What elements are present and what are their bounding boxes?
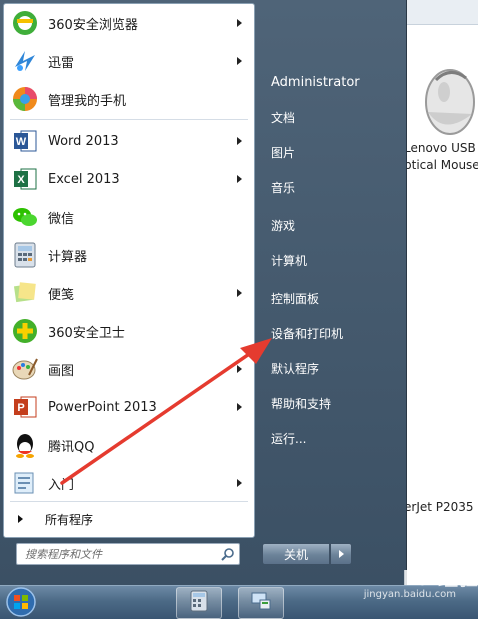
right-item-label: 运行... [271,431,307,446]
user-name-link[interactable]: Administrator [264,67,399,97]
program-label: 管理我的手机 [48,93,127,109]
right-item-games[interactable]: 游戏 [264,210,399,240]
shutdown-label: 关机 [283,547,308,562]
start-button[interactable] [2,586,40,618]
right-item-label: 游戏 [271,218,296,233]
chevron-right-icon [237,57,242,65]
chevron-right-icon [338,550,344,558]
program-item-paint[interactable]: 画图 [4,352,254,386]
program-label: Excel 2013 [48,171,120,187]
chevron-right-icon [237,175,242,183]
right-item-music[interactable]: 音乐 [264,172,399,202]
right-item-help-support[interactable]: 帮助和支持 [264,388,399,418]
program-item-powerpoint[interactable]: P PowerPoint 2013 [4,390,254,424]
right-item-pictures[interactable]: 图片 [264,137,399,167]
chevron-right-icon [237,365,242,373]
search-box[interactable] [16,543,240,565]
devices-printers-icon [250,590,272,616]
desktop-window-strip [406,0,478,25]
svg-text:X: X [17,174,25,186]
all-programs-label: 所有程序 [45,512,94,527]
search-icon[interactable] [221,547,235,561]
printer-label[interactable]: erJet P2035 [404,500,474,514]
program-item-calculator[interactable]: 计算器 [4,238,254,272]
calculator-icon [10,240,40,270]
right-item-label: 音乐 [271,180,296,195]
program-label: PowerPoint 2013 [48,399,157,415]
search-input[interactable] [23,546,221,562]
program-label: 迅雷 [48,55,75,71]
right-item-devices-printers[interactable]: 设备和打印机 [264,318,399,348]
excel-icon: X [10,164,40,194]
mouse-device-icon[interactable] [414,62,478,138]
program-item-xunlei[interactable]: 迅雷 [4,44,254,78]
right-item-default-programs[interactable]: 默认程序 [264,353,399,383]
program-label: 360安全卫士 [48,325,125,341]
shutdown-button[interactable]: 关机 [262,543,330,565]
watermark-brand-suffix: 经验 [438,566,478,590]
user-name: Administrator [271,74,360,90]
program-label: 计算器 [48,249,88,265]
program-item-360-security[interactable]: 360安全卫士 [4,314,254,348]
powerpoint-icon: P [10,392,40,422]
device-label-line1[interactable]: Lenovo USB [404,141,476,155]
xunlei-icon [10,46,40,76]
all-programs-button[interactable]: 所有程序 [4,504,254,534]
watermark-brand: Bai [402,566,438,590]
program-item-phone-manager[interactable]: 管理我的手机 [4,82,254,116]
right-item-control-panel[interactable]: 控制面板 [264,283,399,313]
program-item-qq[interactable]: 腾讯QQ [4,428,254,462]
calculator-icon [189,590,209,616]
right-item-label: 默认程序 [271,361,320,376]
program-label: 微信 [48,211,75,227]
program-item-word[interactable]: W Word 2013 [4,124,254,158]
device-label-line2[interactable]: ptical Mouse [404,158,478,172]
svg-text:P: P [17,402,24,414]
program-label: Word 2013 [48,133,119,149]
program-label: 画图 [48,363,75,379]
watermark-url: jingyan.baidu.com [363,589,456,600]
separator [10,501,248,502]
chevron-right-icon [237,479,242,487]
360-browser-icon [10,8,40,38]
right-item-computer[interactable]: 计算机 [264,245,399,275]
sticky-notes-icon [10,278,40,308]
program-label: 入门 [48,477,75,493]
program-label: 360安全浏览器 [48,17,138,33]
program-item-wechat[interactable]: 微信 [4,200,254,234]
qq-icon [10,430,40,460]
getting-started-icon [10,468,40,498]
paint-icon [10,354,40,384]
right-item-documents[interactable]: 文档 [264,102,399,132]
svg-text:W: W [16,136,27,148]
right-item-label: 控制面板 [271,291,320,306]
chevron-right-icon [237,19,242,27]
program-item-excel[interactable]: X Excel 2013 [4,162,254,196]
right-item-label: 帮助和支持 [271,396,332,411]
right-item-label: 设备和打印机 [271,326,344,341]
separator [10,119,248,120]
arrow-right-icon [18,515,23,523]
start-menu: 360安全浏览器 迅雷 管理我的手机 W Word 2013 X Excel 2… [0,0,407,585]
chevron-right-icon [237,137,242,145]
right-item-label: 文档 [271,110,296,125]
taskbar-devices-button[interactable] [238,587,284,619]
program-label: 便笺 [48,287,75,303]
program-item-sticky-notes[interactable]: 便笺 [4,276,254,310]
chevron-right-icon [237,289,242,297]
taskbar-calculator-button[interactable] [176,587,222,619]
360-security-icon [10,316,40,346]
programs-pane: 360安全浏览器 迅雷 管理我的手机 W Word 2013 X Excel 2… [3,3,255,538]
chevron-right-icon [237,403,242,411]
phone-manager-icon [10,84,40,114]
right-item-label: 计算机 [271,253,308,268]
program-label: 腾讯QQ [48,439,95,455]
baidu-jingyan-watermark: Bai经验 jingyan.baidu.com [338,562,478,612]
right-item-label: 图片 [271,145,296,160]
program-item-getting-started[interactable]: 入门 [4,466,254,500]
word-icon: W [10,126,40,156]
wechat-icon [10,202,40,232]
program-item-360-browser[interactable]: 360安全浏览器 [4,6,254,40]
right-item-run[interactable]: 运行... [264,423,399,453]
